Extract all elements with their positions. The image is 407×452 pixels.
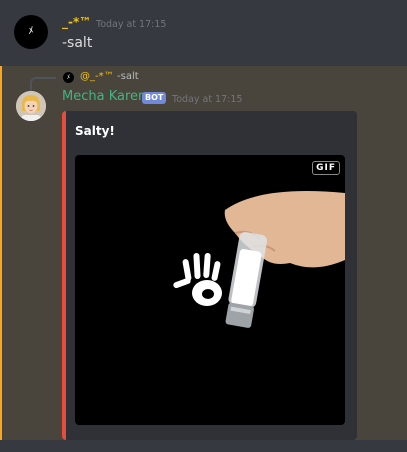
reply-avatar[interactable]: ﾒ — [63, 72, 74, 83]
reply-spine — [30, 77, 56, 91]
mention-highlight-bar — [0, 66, 2, 440]
reply-preview[interactable]: -salt — [117, 71, 139, 82]
message-timestamp: Today at 17:15 — [172, 94, 243, 105]
embed-title: Salty! — [75, 124, 115, 138]
message-author[interactable]: _-*™ — [62, 15, 91, 29]
embed-gif[interactable]: GIF — [75, 155, 345, 425]
message-item[interactable]: ﾒ _-*™ Today at 17:15 -salt — [0, 0, 407, 66]
message-author[interactable]: Mecha Karen — [62, 89, 146, 104]
embed: Salty! GIF — [62, 111, 357, 440]
avatar-icon: ﾒ — [28, 26, 34, 37]
avatar[interactable] — [16, 91, 46, 121]
chat-messages: ﾒ _-*™ Today at 17:15 -salt ﾒ @_-*™ -sal… — [0, 0, 407, 452]
salt-shaker-gif-icon — [173, 191, 345, 328]
bot-badge: BOT — [142, 92, 167, 104]
message-content: -salt — [62, 35, 93, 51]
avatar[interactable]: ﾒ — [14, 15, 48, 49]
reply-author[interactable]: @_-*™ — [80, 71, 114, 82]
bot-avatar-icon — [16, 91, 46, 121]
message-item-mention[interactable]: ﾒ @_-*™ -salt Mecha Karen BOT Today at 1… — [0, 66, 407, 440]
gif-badge: GIF — [312, 161, 340, 175]
reply-avatar-icon: ﾒ — [66, 73, 70, 81]
bottom-bar — [0, 440, 407, 452]
message-timestamp: Today at 17:15 — [96, 19, 167, 30]
